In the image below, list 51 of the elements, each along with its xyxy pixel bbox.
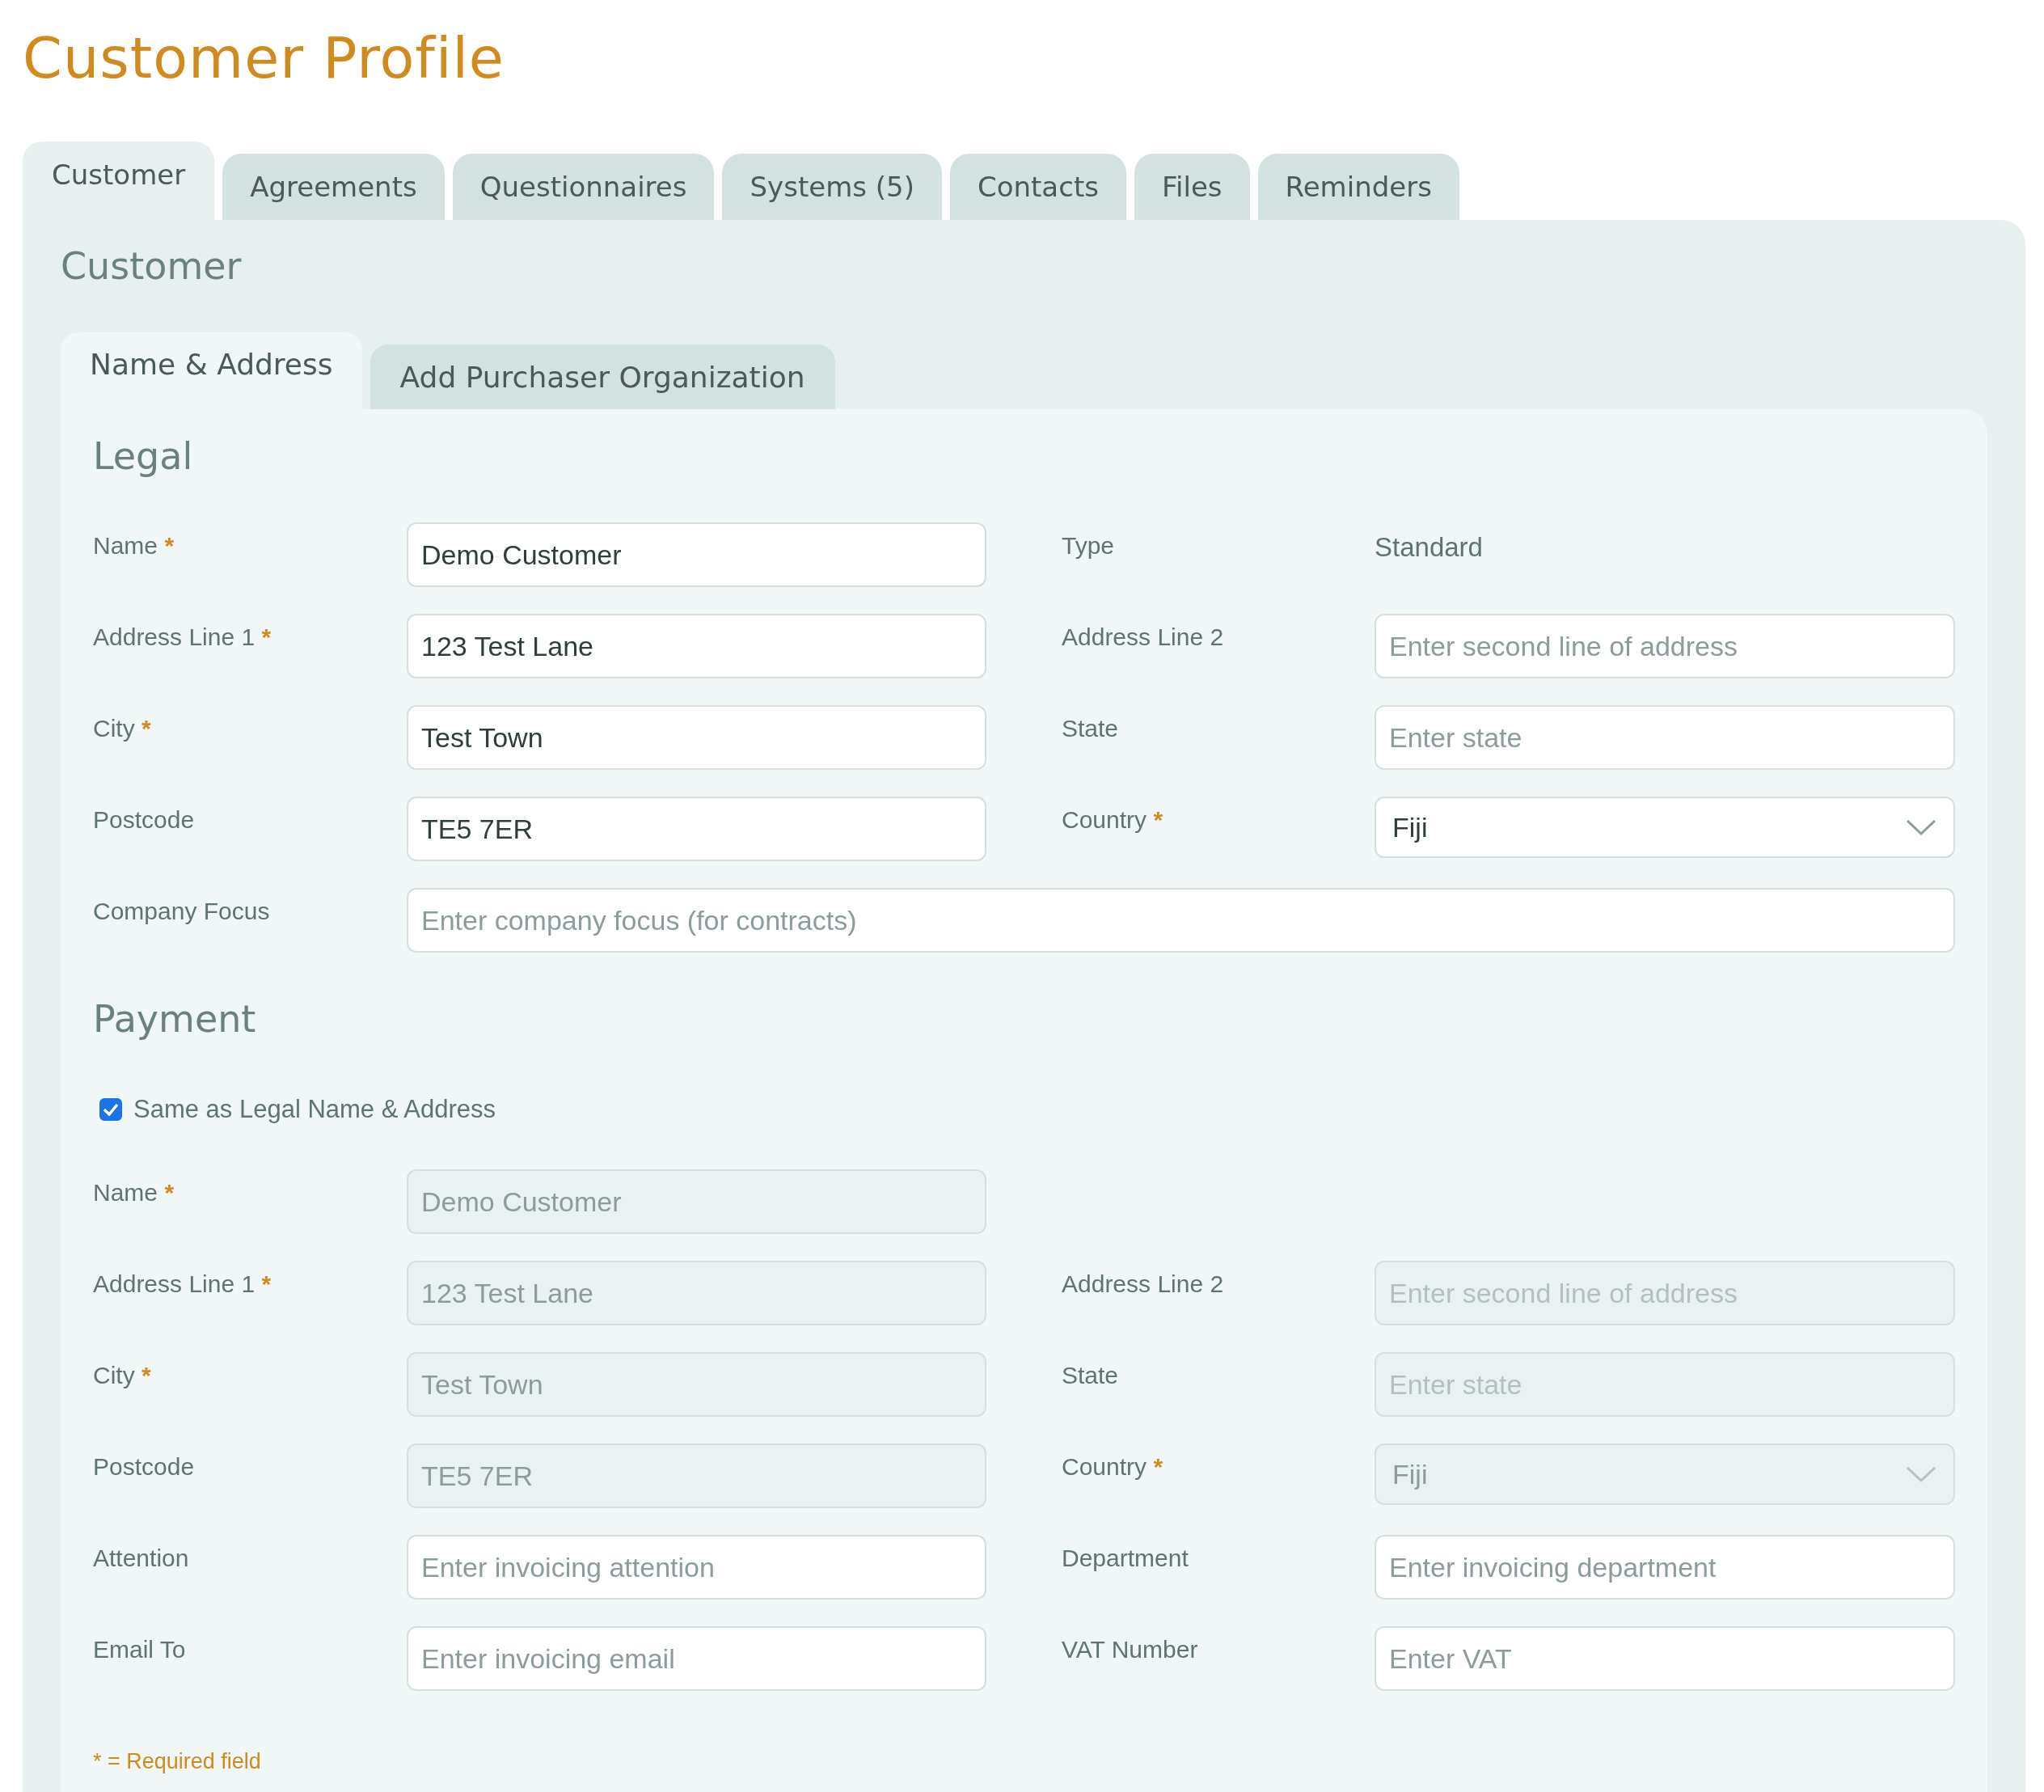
input-field[interactable]: 123 Test Lane bbox=[407, 614, 986, 678]
input-field[interactable]: Enter second line of address bbox=[1375, 614, 1955, 678]
country-dropdown[interactable]: Fiji bbox=[1375, 797, 1955, 858]
input-field[interactable]: Enter invoicing email bbox=[407, 1626, 986, 1691]
field-label: Name * bbox=[93, 1178, 175, 1207]
field-label: City * bbox=[93, 714, 152, 742]
checkbox-label: Same as Legal Name & Address bbox=[133, 1095, 496, 1124]
field-label: State bbox=[1062, 714, 1120, 742]
required-note: * = Required field bbox=[93, 1749, 262, 1774]
tab[interactable]: Contacts bbox=[949, 154, 1126, 220]
group-heading: Legal bbox=[93, 433, 194, 480]
field-label: Country * bbox=[1062, 1452, 1164, 1481]
input-field[interactable]: Enter state bbox=[1375, 705, 1955, 770]
field-label: Email To bbox=[93, 1635, 187, 1663]
chevron-down-icon bbox=[1905, 1464, 1937, 1484]
checkbox[interactable] bbox=[99, 1098, 122, 1121]
input-field[interactable]: Test Town bbox=[407, 705, 986, 770]
field-label: Company Focus bbox=[93, 897, 271, 925]
chevron-down-icon bbox=[1905, 818, 1937, 837]
field-label: Address Line 1 * bbox=[93, 623, 272, 651]
field-label: Address Line 2 bbox=[1062, 623, 1225, 651]
input-field[interactable]: Demo Customer bbox=[407, 522, 986, 587]
section-heading: Customer bbox=[61, 243, 243, 290]
tab[interactable]: Customer bbox=[23, 142, 215, 220]
input-field[interactable]: Enter invoicing attention bbox=[407, 1535, 986, 1600]
field-label: Attention bbox=[93, 1544, 190, 1572]
field-label: Address Line 2 bbox=[1062, 1270, 1225, 1298]
field-label: Postcode bbox=[93, 805, 196, 834]
field-label: City * bbox=[93, 1361, 152, 1389]
field-label: VAT Number bbox=[1062, 1635, 1199, 1663]
input-field[interactable]: TE5 7ER bbox=[407, 797, 986, 861]
tab[interactable]: Questionnaires bbox=[452, 154, 715, 220]
input-field[interactable]: Enter company focus (for contracts) bbox=[407, 888, 1955, 953]
tab[interactable]: Add Purchaser Organization bbox=[370, 344, 835, 409]
tab[interactable]: Agreements bbox=[222, 154, 445, 220]
input-field[interactable]: Enter invoicing department bbox=[1375, 1535, 1955, 1600]
tab[interactable]: Name & Address bbox=[61, 332, 362, 409]
field-value: Standard bbox=[1375, 531, 1484, 563]
tab[interactable]: Reminders bbox=[1257, 154, 1459, 220]
tab[interactable]: Files bbox=[1134, 154, 1250, 220]
group-heading: Payment bbox=[93, 996, 257, 1042]
page-title: Customer Profile bbox=[23, 24, 505, 93]
input-field[interactable]: Enter VAT bbox=[1375, 1626, 1955, 1691]
field-label: Name * bbox=[93, 531, 175, 560]
field-label: Postcode bbox=[93, 1452, 196, 1481]
field-label: State bbox=[1062, 1361, 1120, 1389]
field-label: Type bbox=[1062, 531, 1116, 560]
field-label: Department bbox=[1062, 1544, 1189, 1572]
field-label: Address Line 1 * bbox=[93, 1270, 272, 1298]
tab[interactable]: Systems (5) bbox=[722, 154, 942, 220]
field-label: Country * bbox=[1062, 805, 1164, 834]
